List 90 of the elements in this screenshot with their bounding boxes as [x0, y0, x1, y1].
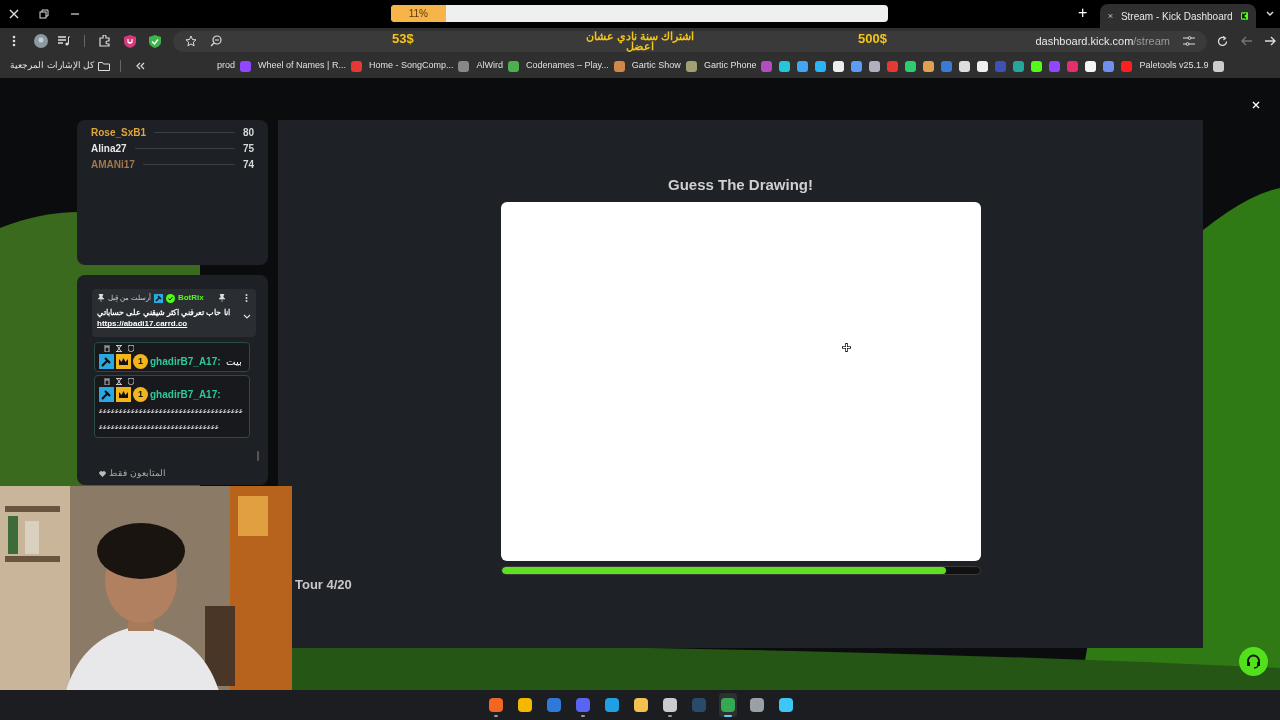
trash-icon[interactable]: [104, 378, 110, 385]
forward-arrow-icon[interactable]: [1265, 36, 1276, 46]
more-icon[interactable]: [245, 294, 248, 302]
subscriber-badge: 1: [133, 354, 148, 369]
pin-icon[interactable]: [218, 294, 226, 302]
chat-username: ghadirB7_A17:: [150, 388, 221, 402]
taskbar-app-button[interactable]: [719, 693, 737, 717]
bookmark-label: Gartic Show: [631, 59, 681, 73]
bookmark[interactable]: Gartic Phone: [703, 59, 773, 73]
shield-icon[interactable]: [124, 34, 136, 48]
bookmark-icon[interactable]: [869, 60, 881, 72]
tune-icon[interactable]: [1183, 36, 1195, 46]
bookmark-icon[interactable]: [923, 60, 935, 72]
game-title: Guess The Drawing!: [668, 175, 813, 195]
bookmark-label: Codenames – Play...: [525, 59, 609, 73]
bookmarks-folder-label[interactable]: كل الإشارات المرجعية: [10, 59, 94, 73]
bookmark-label: prod: [217, 59, 236, 73]
folder-icon: [98, 61, 110, 71]
double-chevron-icon[interactable]: [135, 62, 145, 70]
crosshair-cursor-icon: [841, 342, 851, 352]
bookmark[interactable]: Paletools v25.1.9: [1139, 59, 1225, 73]
bookmark[interactable]: Gartic Show: [631, 59, 697, 73]
bookmark[interactable]: Codenames – Play...: [525, 59, 625, 73]
hourglass-icon[interactable]: [116, 378, 122, 385]
bookmark-label: Gartic Phone: [703, 59, 757, 73]
amount-label: 53$: [392, 30, 414, 46]
trash-icon[interactable]: [104, 345, 110, 352]
bookmark-label: Wheel of Names | R...: [258, 59, 346, 73]
player-name: AMANi17: [91, 157, 135, 172]
chat-username: ghadirB7_A17:: [150, 355, 221, 369]
pin-icon: [97, 294, 105, 302]
shield-icon[interactable]: [128, 345, 134, 352]
more-icon[interactable]: [12, 35, 16, 47]
hammer-badge-icon: [153, 293, 163, 303]
hammer-badge-icon: [99, 354, 114, 369]
player-score: 74: [242, 157, 254, 172]
bookmark-icon[interactable]: [779, 60, 791, 72]
bookmark-icon[interactable]: [833, 60, 845, 72]
verified-icon: [165, 293, 175, 303]
goal-percent: 11%: [407, 7, 429, 21]
reload-icon[interactable]: [1217, 35, 1228, 47]
new-tab-button[interactable]: +: [1078, 5, 1088, 21]
tab-title: Stream - Kick Dashboard: [1120, 9, 1233, 24]
goal-text: اشتراك سنة نادي عشان اعضل: [585, 30, 695, 52]
crown-badge-icon: [116, 354, 131, 369]
shield-icon[interactable]: [128, 378, 134, 385]
pinned-link[interactable]: https://abadi17.carrd.co: [97, 318, 230, 331]
k-logo-icon: [1240, 10, 1248, 22]
puzzle-icon[interactable]: [99, 35, 111, 47]
back-arrow-icon[interactable]: [1241, 36, 1252, 46]
bookmark-icon[interactable]: [797, 60, 809, 72]
restore-icon[interactable]: [39, 9, 49, 19]
shield-check-icon[interactable]: [149, 34, 161, 48]
bookmark-label: Home - SongComp...: [368, 59, 454, 73]
bookmark-icon[interactable]: [815, 60, 827, 72]
hourglass-icon[interactable]: [116, 345, 122, 352]
sender-name: BotRix: [177, 292, 204, 304]
subscriber-badge: 1: [133, 387, 148, 402]
bookmark-icon[interactable]: [977, 60, 989, 72]
chat-mode-label: المتابعون فقط: [109, 467, 166, 480]
star-icon[interactable]: [185, 35, 197, 47]
player-name: Alina27: [91, 141, 127, 156]
bookmark-icon[interactable]: [1085, 60, 1097, 72]
player-score: 80: [242, 125, 254, 140]
player-score: 75: [242, 141, 254, 156]
chevron-down-icon[interactable]: [243, 314, 251, 321]
chevron-down-icon[interactable]: [1265, 9, 1275, 19]
bookmark[interactable]: AlWird: [476, 59, 519, 73]
browser-tab[interactable]: Stream - Kick Dashboard: [1100, 4, 1256, 28]
player-name: Rose_SxB1: [91, 125, 147, 140]
bookmark-label: Paletools v25.1.9: [1139, 59, 1209, 73]
avatar-icon[interactable]: [34, 34, 48, 48]
close-icon[interactable]: [9, 9, 19, 19]
bookmark[interactable]: Home - SongComp...: [368, 59, 470, 73]
bookmark[interactable]: prod: [217, 59, 252, 73]
bookmark-icon[interactable]: [959, 60, 971, 72]
url-text: dashboard.kick.com/stream: [1035, 33, 1170, 49]
chat-text: بيت: [225, 355, 242, 369]
bookmark-icon[interactable]: [905, 60, 917, 72]
playlist-icon[interactable]: [58, 36, 70, 46]
round-counter: Tour 4/20: [295, 576, 352, 594]
headset-icon: [1246, 654, 1261, 669]
amount-label: 500$: [858, 30, 887, 46]
bookmark-icon[interactable]: [1031, 60, 1043, 72]
bookmark-label: AlWird: [476, 59, 503, 73]
crown-badge-icon: [116, 387, 131, 402]
zoom-icon[interactable]: [210, 35, 222, 47]
heart-icon: [99, 470, 106, 477]
bookmark[interactable]: Wheel of Names | R...: [258, 59, 362, 73]
hammer-badge-icon: [99, 387, 114, 402]
